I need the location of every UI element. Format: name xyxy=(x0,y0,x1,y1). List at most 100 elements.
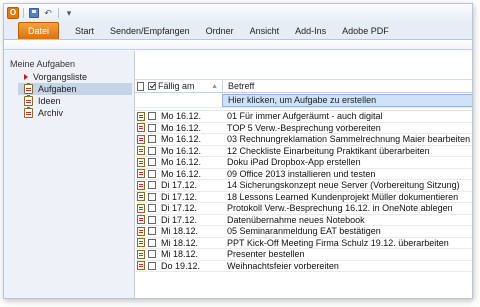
complete-checkbox[interactable] xyxy=(148,169,156,178)
nav-item-label: Aufgaben xyxy=(38,84,77,94)
task-icon xyxy=(136,215,145,225)
page-icon xyxy=(137,81,144,91)
task-subject: 05 Seminaranmeldung EAT bestätigen xyxy=(227,226,381,237)
task-subject: 03 Rechnungreklamation Sammelrechnung Ma… xyxy=(227,134,471,145)
task-row[interactable]: Mi 18.12. 05 Seminaranmeldung EAT bestäti… xyxy=(135,226,472,238)
task-subject: 01 Für immer Aufgeräumt - auch digital xyxy=(227,111,383,122)
complete-column-header[interactable] xyxy=(146,82,158,90)
customize-toolbar-icon[interactable]: ▾ xyxy=(63,7,75,19)
task-row[interactable]: Mo 16.12. 03 Rechnungreklamation Sammelre… xyxy=(135,134,472,146)
complete-checkbox[interactable] xyxy=(148,215,156,224)
task-subject: 09 Office 2013 installieren und testen xyxy=(227,168,376,179)
task-subject: Presenter bestellen xyxy=(227,249,305,260)
nav-item-vorgangsliste[interactable]: Vorgangsliste xyxy=(4,71,134,83)
task-icon xyxy=(136,123,145,133)
task-subject: Datenübernahme neues Notebook xyxy=(227,214,365,225)
tab-view[interactable]: Ansicht xyxy=(242,22,288,39)
task-row[interactable]: Di 17.12. 18 Lessons Learned Kundenprojek… xyxy=(135,191,472,203)
task-icon xyxy=(136,180,145,190)
task-subject: 14 Sicherungskonzept neue Server (Vorber… xyxy=(227,180,460,191)
tab-start[interactable]: Start xyxy=(67,22,102,39)
task-subject: Doku iPad Dropbox-App erstellen xyxy=(227,157,361,168)
quick-access-toolbar: O ↶ ▾ xyxy=(4,4,472,22)
nav-item-label: Ideen xyxy=(38,96,61,106)
complete-checkbox[interactable] xyxy=(148,112,156,121)
complete-checkbox[interactable] xyxy=(148,238,156,247)
task-row[interactable]: Mo 16.12. 09 Office 2013 installieren und… xyxy=(135,168,472,180)
subject-column-header[interactable]: Betreff xyxy=(222,80,472,92)
icon-column-header[interactable] xyxy=(135,81,146,91)
complete-checkbox[interactable] xyxy=(148,158,156,167)
task-due-date: Mi 18.12. xyxy=(161,226,199,237)
task-row[interactable]: Mo 16.12. Doku iPad Dropbox-App erstellen xyxy=(135,157,472,169)
task-due-date: Di 17.12. xyxy=(161,191,198,202)
nav-item-archiv[interactable]: Archiv xyxy=(4,107,134,119)
ribbon-body xyxy=(4,40,472,50)
task-icon xyxy=(136,238,145,248)
tab-add-ins[interactable]: Add-Ins xyxy=(287,22,334,39)
task-due-date: Mo 16.12. xyxy=(161,145,202,156)
task-icon xyxy=(136,157,145,167)
flag-icon xyxy=(24,74,28,80)
task-due-date: Di 17.12. xyxy=(161,180,198,191)
complete-checkbox[interactable] xyxy=(148,123,156,132)
task-icon xyxy=(136,249,145,259)
task-due-date: Mo 16.12. xyxy=(161,157,202,168)
task-due-date: Mi 18.12. xyxy=(161,249,199,260)
task-due-date: Mo 16.12. xyxy=(161,122,202,133)
toolbar-separator xyxy=(58,8,59,18)
due-column-header[interactable]: Fällig am ▲ xyxy=(158,81,222,91)
task-row[interactable]: Mo 16.12. 12 Checkliste Einarbeitung Prak… xyxy=(135,145,472,157)
task-row[interactable]: Di 17.12. 14 Sicherungskonzept neue Serve… xyxy=(135,180,472,192)
complete-checkbox[interactable] xyxy=(148,261,156,270)
task-subject: PPT Kick-Off Meeting Firma Schulz 19.12.… xyxy=(227,237,449,248)
complete-checkbox[interactable] xyxy=(148,227,156,236)
task-due-date: Di 17.12. xyxy=(161,203,198,214)
undo-icon[interactable]: ↶ xyxy=(42,7,54,19)
save-icon[interactable] xyxy=(28,7,40,19)
tab-adobe-pdf[interactable]: Adobe PDF xyxy=(334,22,397,39)
task-row[interactable]: Mo 16.12. TOP 5 Verw.-Besprechung vorbere… xyxy=(135,122,472,134)
task-icon xyxy=(136,169,145,179)
tab-send-receive[interactable]: Senden/Empfangen xyxy=(102,22,198,39)
task-due-date: Di 17.12. xyxy=(161,214,198,225)
complete-checkbox[interactable] xyxy=(148,181,156,190)
sort-ascending-icon: ▲ xyxy=(211,82,218,90)
nav-item-ideen[interactable]: Ideen xyxy=(4,95,134,107)
task-row[interactable]: Mi 18.12. PPT Kick-Off Meeting Firma Schu… xyxy=(135,237,472,249)
task-row[interactable]: Di 17.12. Protokoll Verw.-Besprechung 16.… xyxy=(135,203,472,215)
nav-item-aufgaben[interactable]: Aufgaben xyxy=(18,83,132,95)
nav-section-title[interactable]: Meine Aufgaben xyxy=(4,51,134,71)
task-subject: 18 Lessons Learned Kundenprojekt Müller … xyxy=(227,191,459,202)
tab-folder[interactable]: Ordner xyxy=(198,22,242,39)
task-row[interactable]: Di 17.12. Datenübernahme neues Notebook xyxy=(135,214,472,226)
complete-checkbox[interactable] xyxy=(148,204,156,213)
new-task-row: Hier klicken, um Aufgabe zu erstellen xyxy=(135,93,472,108)
outlook-app-icon[interactable]: O xyxy=(7,7,19,19)
task-due-date: Mo 16.12. xyxy=(161,134,202,145)
tab-file[interactable]: Datei xyxy=(18,22,60,39)
task-list-top xyxy=(135,51,472,80)
task-icon xyxy=(136,261,145,271)
task-icon xyxy=(136,111,145,121)
task-icon xyxy=(24,95,33,106)
task-icon xyxy=(136,134,145,144)
task-due-date: Mo 16.12. xyxy=(161,111,202,122)
task-due-date: Do 19.12. xyxy=(161,260,201,271)
task-subject: TOP 5 Verw.-Besprechung vorbereiten xyxy=(227,122,381,133)
navigation-pane: Meine Aufgaben Vorgangsliste Aufgaben Id… xyxy=(4,51,135,298)
task-row[interactable]: Mi 18.12. Presenter bestellen xyxy=(135,249,472,261)
task-icon xyxy=(136,192,145,202)
due-column-label: Fällig am xyxy=(158,81,195,91)
task-icon xyxy=(24,107,33,118)
complete-checkbox[interactable] xyxy=(148,192,156,201)
task-icon xyxy=(136,146,145,156)
task-row[interactable]: Do 19.12. Weihnachtsfeier vorbereiten xyxy=(135,260,472,272)
task-row[interactable]: Mo 16.12. 01 Für immer Aufgeräumt - auch … xyxy=(135,111,472,123)
new-task-input[interactable]: Hier klicken, um Aufgabe zu erstellen xyxy=(222,93,472,107)
complete-checkbox[interactable] xyxy=(148,146,156,155)
complete-checkbox[interactable] xyxy=(148,135,156,144)
task-due-date: Mo 16.12. xyxy=(161,168,202,179)
ribbon-tabs: Datei Start Senden/Empfangen Ordner Ansi… xyxy=(4,22,472,40)
complete-checkbox[interactable] xyxy=(148,250,156,259)
